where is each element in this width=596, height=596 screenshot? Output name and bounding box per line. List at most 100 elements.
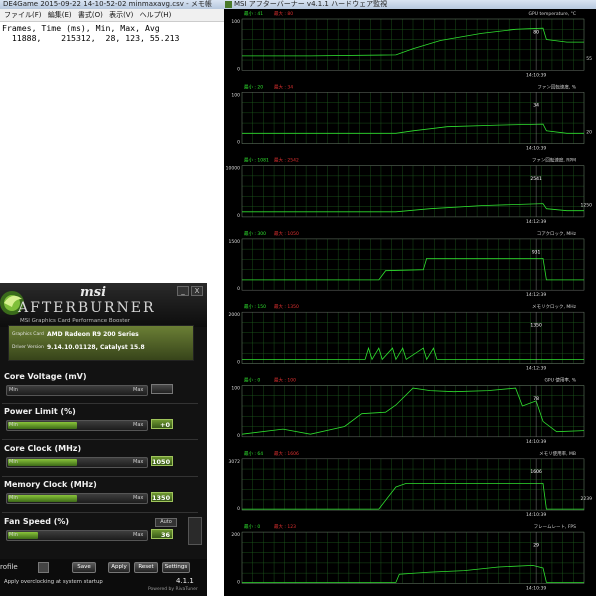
slider-min-label: Min (9, 387, 18, 393)
graph-name-label: ファン回転速度, RPM (532, 157, 576, 164)
axis-max-label: 100 (231, 92, 240, 98)
version-label: 4.1.1 (176, 577, 194, 585)
cursor-time-label: 14:12:39 (526, 366, 546, 372)
graph-name-label: メモリ使用率, MB (539, 450, 576, 457)
graph-max-label: 最大 : 34 (274, 83, 293, 90)
startup-checkbox-label[interactable]: Apply overclocking at system startup (4, 579, 103, 585)
axis-min-label: 0 (237, 360, 240, 366)
cursor-value-label: 29 (533, 542, 539, 548)
graph-max-label: 最大 : 123 (274, 523, 296, 530)
fan-speed-slider[interactable]: Min Max (6, 530, 148, 541)
divider (2, 403, 198, 404)
driver-value: 9.14.10.01128, Catalyst 15.8 (47, 344, 145, 351)
afterburner-window: msi AFTERBURNER _ X MSI Graphics Card Pe… (0, 283, 207, 596)
graph-min-label: 最小 : 0 (244, 377, 260, 384)
reset-button[interactable]: Reset (134, 562, 158, 573)
minimize-button[interactable]: _ (177, 286, 189, 296)
axis-max-label: 1500 (229, 239, 241, 245)
text-line-values: 11888, 215312, 28, 123, 55.213 (2, 32, 180, 43)
menu-help[interactable]: ヘルプ(H) (140, 11, 172, 19)
monitor-background (224, 9, 596, 596)
power-limit-slider[interactable]: Min Max (6, 420, 148, 431)
settings-button[interactable]: Settings (162, 562, 190, 573)
fan-settings-icon[interactable] (188, 517, 202, 545)
hardware-monitor-window: MSI アフターバーナー v4.1.1 ハードウェア監視 最小 : 41 最大 :… (224, 0, 596, 596)
afterburner-header[interactable]: msi AFTERBURNER _ X MSI Graphics Card Pe… (0, 283, 207, 327)
current-value-label: 2239 (581, 496, 593, 502)
slider-fill (8, 495, 77, 502)
slider-min-label: Min (9, 422, 18, 428)
menu-view[interactable]: 表示(V) (109, 11, 133, 19)
graph-max-label: 最大 : 80 (274, 10, 293, 17)
save-button[interactable]: Save (72, 562, 96, 573)
graph-name-label: GPU 使用率, % (544, 377, 576, 384)
axis-min-label: 0 (237, 286, 240, 292)
axis-max-label: 100 (231, 19, 240, 25)
cursor-value-label: 80 (533, 29, 539, 35)
power-limit-value[interactable]: +0 (151, 419, 173, 429)
fan-speed-value[interactable]: 36 (151, 529, 173, 539)
cursor-value-label: 931 (532, 249, 541, 255)
slider-max-label: Max (133, 387, 144, 393)
axis-min-label: 0 (237, 140, 240, 146)
slider-title: Fan Speed (%) (4, 517, 70, 526)
monitor-graphs: 最小 : 41 最大 : 80 GPU temperature, °C 100 0 80 1… (224, 9, 596, 596)
core-voltage-value[interactable] (151, 384, 173, 394)
current-value-label: 1250 (581, 203, 593, 209)
graph-max-label: 最大 : 2542 (274, 157, 299, 164)
slider-title: Power Limit (%) (4, 407, 76, 416)
menu-format[interactable]: 書式(O) (78, 11, 103, 19)
cursor-time-label: 14:10:39 (526, 585, 546, 591)
graph-min-label: 最小 : 150 (244, 303, 266, 310)
app-subtitle: MSI Graphics Card Performance Booster (20, 318, 131, 324)
graph-name-label: ファン回転速度, % (537, 83, 576, 90)
graph-max-label: 最大 : 100 (274, 377, 296, 384)
apply-button[interactable]: Apply (108, 562, 130, 573)
cursor-time-label: 14:10:39 (526, 146, 546, 152)
graph-min-label: 最小 : 1081 (244, 157, 269, 164)
core-voltage-slider[interactable]: Min Max (6, 385, 148, 396)
graph-min-label: 最小 : 64 (244, 450, 263, 457)
cursor-time-label: 14:12:39 (526, 292, 546, 298)
cursor-value-label: 1350 (530, 323, 542, 329)
divider (2, 439, 198, 440)
slider-max-label: Max (133, 422, 144, 428)
graph-min-label: 最小 : 300 (244, 230, 266, 237)
cursor-time-label: 14:10:39 (526, 512, 546, 518)
graph-name-label: メモリクロック, MHz (532, 304, 577, 310)
fan-auto-button[interactable]: Auto (155, 518, 177, 527)
graph-name-label: GPU temperature, °C (529, 11, 576, 17)
slider-title: Core Clock (MHz) (4, 444, 82, 453)
slider-min-label: Min (9, 459, 18, 465)
cursor-value-label: 78 (533, 396, 539, 402)
slider-title: Memory Clock (MHz) (4, 480, 97, 489)
menu-file[interactable]: ファイル(F) (4, 11, 42, 19)
close-button[interactable]: X (191, 286, 203, 296)
notepad-text-area[interactable]: Frames, Time (ms), Min, Max, Avg 11888, … (2, 23, 180, 43)
memory-clock-slider[interactable]: Min Max (6, 493, 148, 504)
core-voltage-slider-row: Core Voltage (mV) Min Max (0, 372, 207, 406)
profile-label: rofile (0, 563, 18, 571)
fan-speed-slider-row: Fan Speed (%) Auto Min Max 36 (0, 517, 207, 557)
graph-max-label: 最大 : 1350 (274, 303, 299, 310)
axis-max-label: 100 (231, 386, 240, 392)
current-value-label: 20 (586, 129, 592, 135)
cursor-value-label: 1606 (530, 469, 542, 475)
profile-lock-icon[interactable] (38, 562, 49, 573)
app-name: AFTERBURNER (18, 300, 156, 316)
slider-max-label: Max (133, 532, 144, 538)
core-clock-slider-row: Core Clock (MHz) Min Max 1050 (0, 444, 207, 478)
core-clock-value[interactable]: 1050 (151, 456, 173, 466)
axis-min-label: 0 (237, 66, 240, 72)
axis-min-label: 0 (237, 579, 240, 585)
memory-clock-value[interactable]: 1350 (151, 492, 173, 502)
axis-max-label: 10000 (226, 166, 240, 172)
menu-edit[interactable]: 編集(E) (48, 11, 72, 19)
msi-brand: msi (80, 285, 107, 300)
axis-max-label: 3072 (229, 459, 241, 465)
cursor-time-label: 14:12:39 (526, 219, 546, 225)
powered-by-label: Powered by RivaTuner (148, 587, 198, 592)
graph-max-label: 最大 : 1050 (274, 230, 299, 237)
core-clock-slider[interactable]: Min Max (6, 457, 148, 468)
driver-label: Driver Version (12, 345, 44, 350)
